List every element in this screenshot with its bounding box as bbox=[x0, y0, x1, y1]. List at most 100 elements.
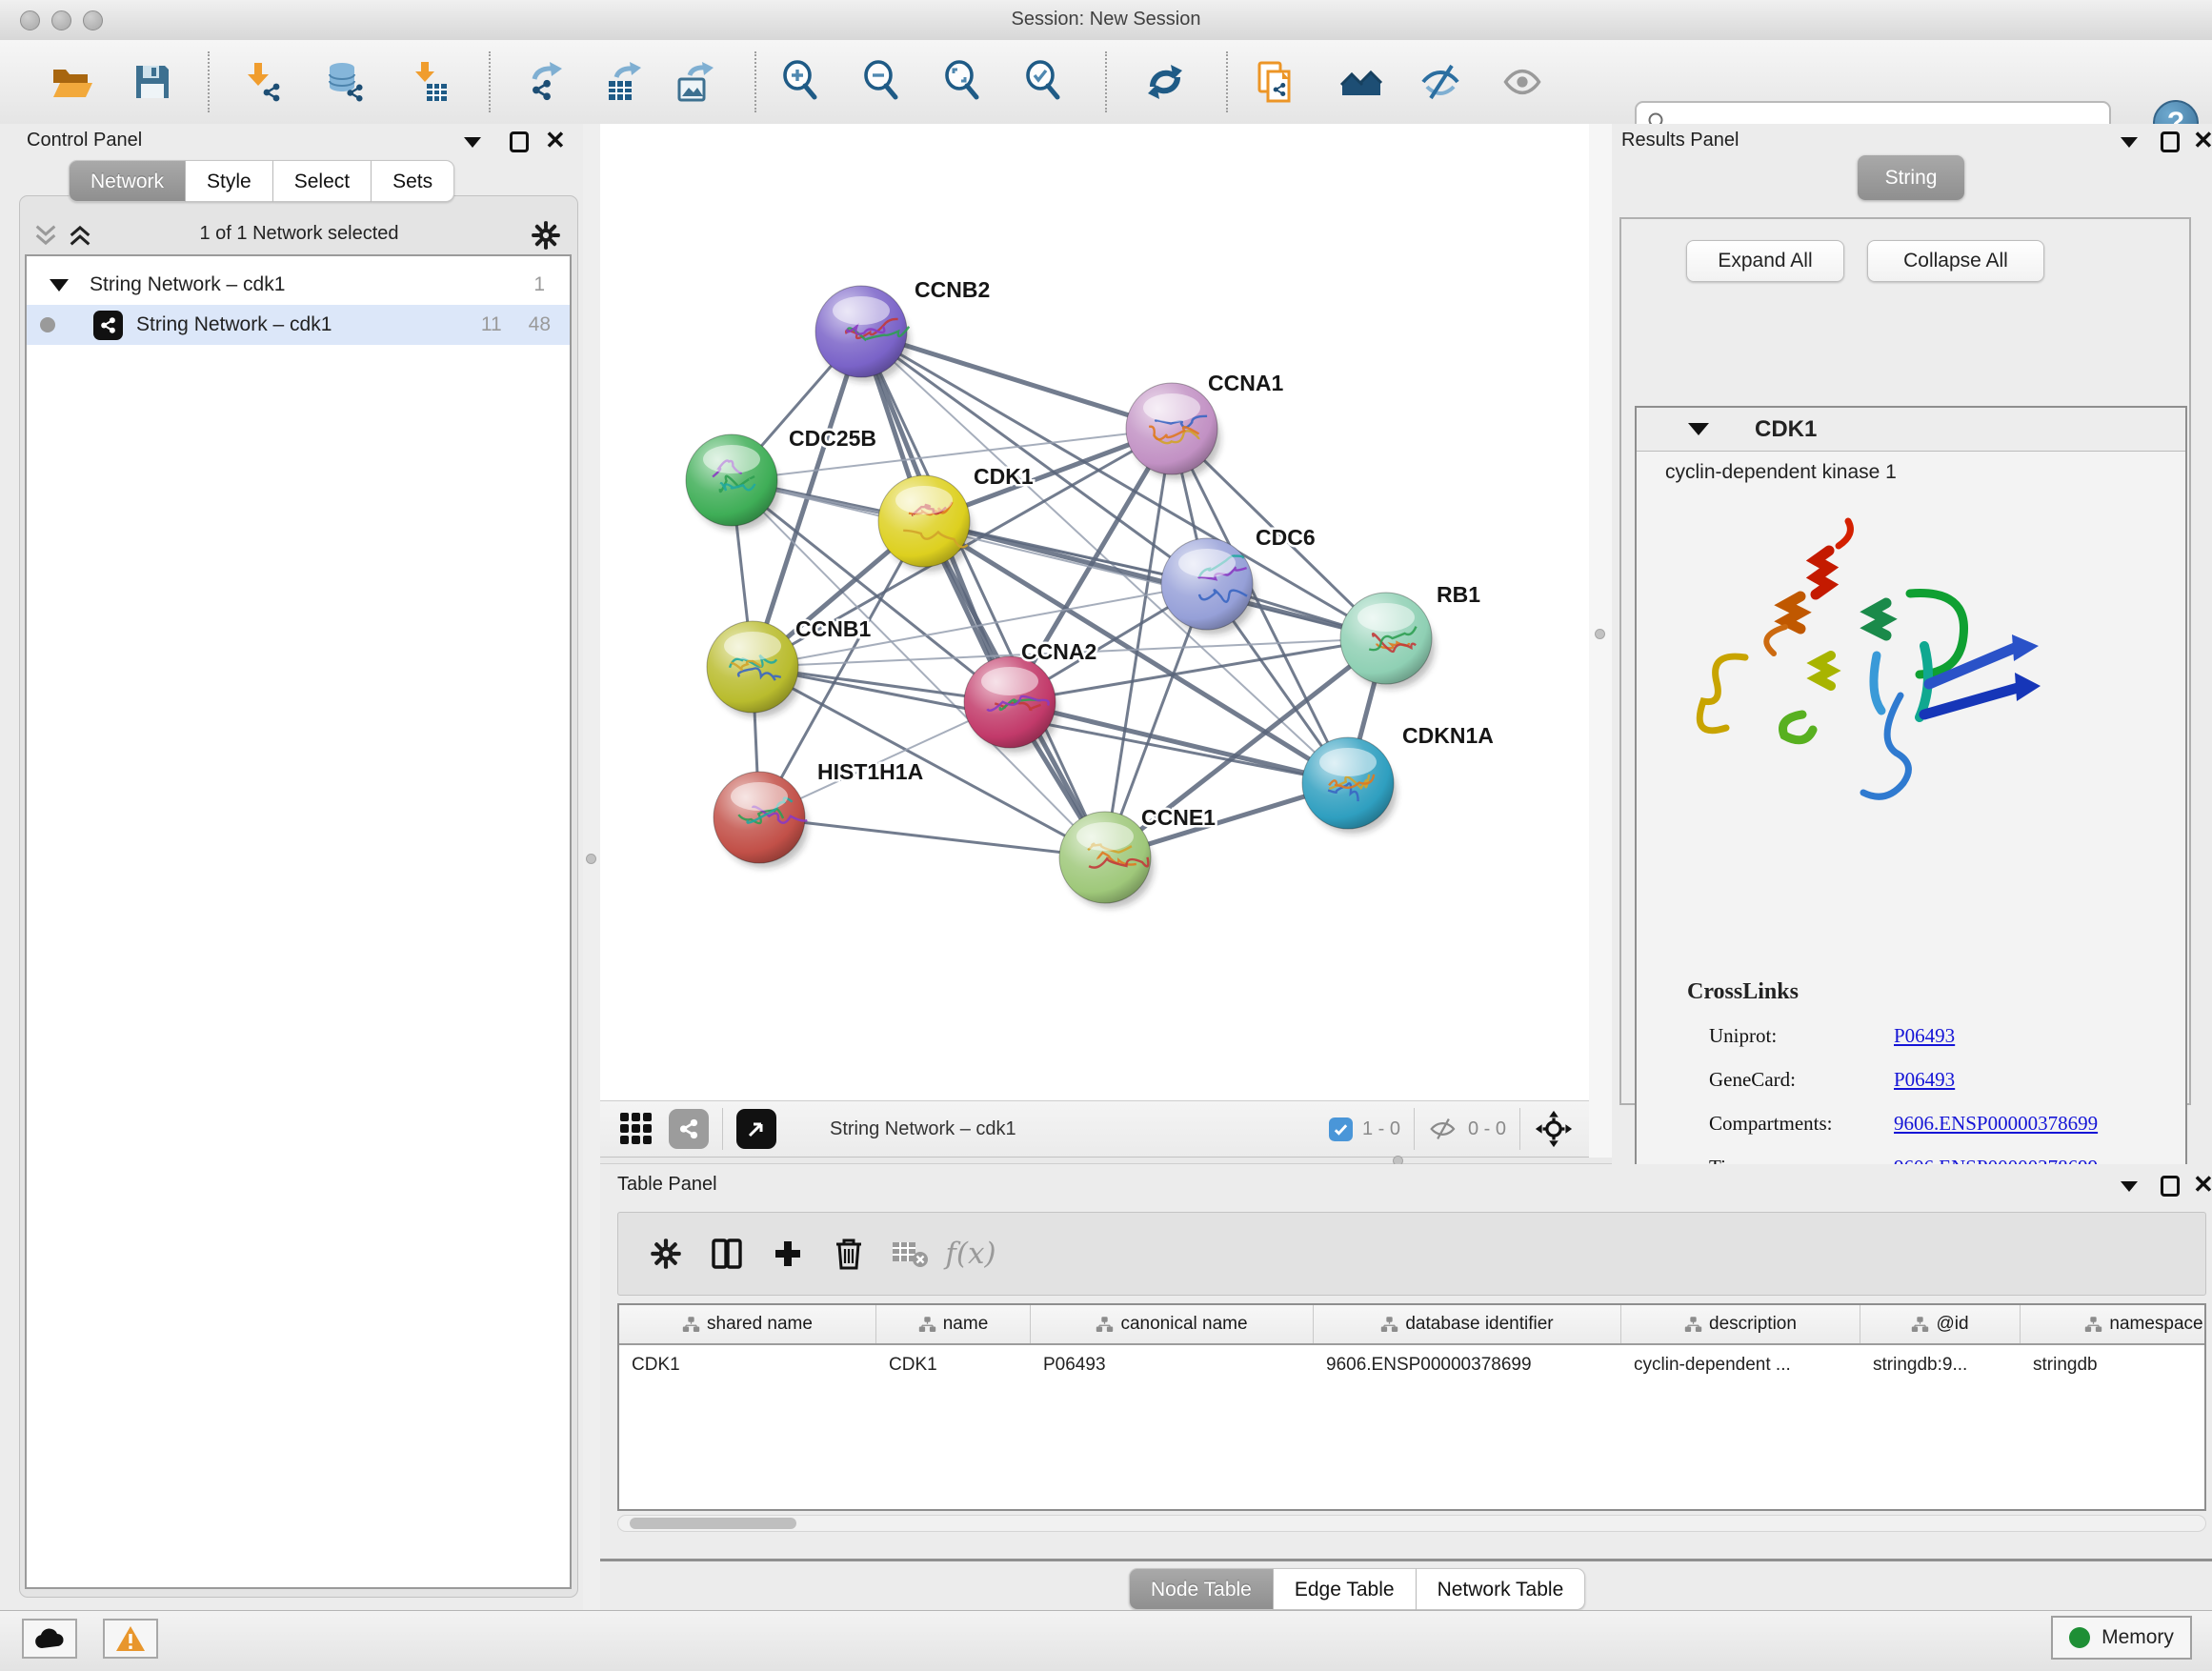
network-node-CDC6[interactable]: CDC6 bbox=[1161, 525, 1316, 634]
protein-structure-image bbox=[1686, 513, 2058, 827]
gene-section-header[interactable]: CDK1 bbox=[1637, 408, 2185, 452]
view-grid-icon[interactable] bbox=[617, 1110, 655, 1148]
tab-style[interactable]: Style bbox=[186, 160, 273, 202]
export-image-button[interactable] bbox=[669, 56, 720, 108]
tab-network[interactable]: Network bbox=[69, 160, 186, 202]
table-cell[interactable]: stringdb bbox=[2021, 1345, 2206, 1385]
crosslink-link[interactable]: P06493 bbox=[1894, 1068, 1955, 1092]
scrollbar-thumb[interactable] bbox=[630, 1518, 796, 1529]
panel-menu-caret-icon[interactable] bbox=[2121, 1181, 2138, 1192]
first-neighbors-button[interactable] bbox=[1336, 56, 1387, 108]
open-view-window-icon[interactable] bbox=[736, 1109, 776, 1149]
panel-float-icon[interactable] bbox=[2161, 131, 2180, 152]
right-splitter[interactable] bbox=[1589, 124, 1612, 1158]
column-header-canonical-name[interactable]: canonical name bbox=[1031, 1305, 1314, 1343]
fit-content-icon bbox=[941, 60, 985, 104]
cloud-status-button[interactable] bbox=[22, 1619, 77, 1659]
save-session-button[interactable] bbox=[127, 56, 178, 108]
network-row-selected[interactable]: String Network – cdk1 11 48 bbox=[27, 305, 570, 345]
expand-all-button[interactable]: Expand All bbox=[1686, 240, 1844, 282]
table-settings-gear-icon[interactable] bbox=[635, 1227, 696, 1280]
table-row[interactable]: CDK1CDK1P064939606.ENSP00000378699cyclin… bbox=[619, 1345, 2204, 1385]
edge-count: 48 bbox=[529, 313, 551, 336]
zoom-selected-button[interactable] bbox=[1018, 56, 1070, 108]
column-header-name[interactable]: name bbox=[876, 1305, 1031, 1343]
selected-items-checkbox-icon[interactable] bbox=[1329, 1117, 1353, 1141]
column-header-database-identifier[interactable]: database identifier bbox=[1314, 1305, 1621, 1343]
crosslink-link[interactable]: 9606.ENSP00000378699 bbox=[1894, 1112, 2098, 1136]
delete-column-trash-icon[interactable] bbox=[818, 1227, 879, 1280]
show-all-button[interactable] bbox=[1497, 56, 1548, 108]
zoom-out-button[interactable] bbox=[856, 56, 908, 108]
table-cell[interactable]: stringdb:9... bbox=[1860, 1345, 2021, 1385]
tab-select[interactable]: Select bbox=[273, 160, 372, 202]
network-options-gear-icon[interactable] bbox=[530, 219, 562, 252]
export-image-icon bbox=[673, 60, 716, 104]
memory-button[interactable]: Memory bbox=[2051, 1616, 2192, 1660]
delete-table-icon[interactable] bbox=[879, 1227, 940, 1280]
tab-network-table[interactable]: Network Table bbox=[1417, 1568, 1586, 1610]
network-collection-row[interactable]: String Network – cdk1 1 bbox=[27, 265, 570, 305]
panel-menu-caret-icon[interactable] bbox=[2121, 137, 2138, 148]
network-node-CDC25B[interactable]: CDC25B bbox=[686, 426, 876, 531]
zoom-in-button[interactable] bbox=[775, 56, 827, 108]
tab-string[interactable]: String bbox=[1858, 155, 1964, 200]
open-session-button[interactable] bbox=[45, 56, 96, 108]
tree-expand-caret-icon[interactable] bbox=[50, 279, 69, 292]
panel-close-icon[interactable]: ✕ bbox=[545, 130, 566, 151]
network-node-CCNA1[interactable]: CCNA1 bbox=[1126, 371, 1283, 479]
warning-triangle-icon bbox=[115, 1625, 146, 1652]
function-builder-icon[interactable]: f(x) bbox=[940, 1227, 1001, 1280]
column-header-description[interactable]: description bbox=[1621, 1305, 1860, 1343]
panel-close-icon[interactable]: ✕ bbox=[2193, 130, 2212, 151]
left-splitter[interactable] bbox=[583, 124, 600, 1610]
show-columns-icon[interactable] bbox=[696, 1227, 757, 1280]
network-node-CCNB2[interactable]: CCNB2 bbox=[815, 277, 990, 382]
gene-section: CDK1 cyclin-dependent kinase 1 bbox=[1635, 406, 2187, 1193]
panel-close-icon[interactable]: ✕ bbox=[2193, 1174, 2212, 1195]
table-cell[interactable]: 9606.ENSP00000378699 bbox=[1314, 1345, 1621, 1385]
column-header-@id[interactable]: @id bbox=[1860, 1305, 2021, 1343]
tree-attribute-icon bbox=[1911, 1316, 1929, 1334]
column-header-namespace[interactable]: namespace bbox=[2021, 1305, 2206, 1343]
string-view-icon[interactable] bbox=[669, 1109, 709, 1149]
tab-edge-table[interactable]: Edge Table bbox=[1274, 1568, 1417, 1610]
network-node-CDK1[interactable]: CDK1 bbox=[878, 464, 1034, 572]
section-collapse-caret-icon[interactable] bbox=[1688, 423, 1709, 435]
table-cell[interactable]: P06493 bbox=[1031, 1345, 1314, 1385]
copy-network-button[interactable] bbox=[1249, 56, 1300, 108]
eye-slash-icon bbox=[1419, 60, 1463, 104]
import-network-database-button[interactable] bbox=[320, 56, 372, 108]
import-network-file-button[interactable] bbox=[237, 56, 289, 108]
tab-node-table[interactable]: Node Table bbox=[1129, 1568, 1274, 1610]
network-canvas[interactable]: CCNB2CCNA1CDC25BCDK1CDC6RB1CCNB1CCNA2CDK… bbox=[600, 124, 1589, 1100]
birds-eye-crosshair-icon[interactable] bbox=[1534, 1109, 1574, 1149]
panel-menu-caret-icon[interactable] bbox=[464, 137, 481, 148]
collapse-all-button[interactable]: Collapse All bbox=[1867, 240, 2044, 282]
table-cell[interactable]: cyclin-dependent ... bbox=[1621, 1345, 1860, 1385]
warnings-button[interactable] bbox=[103, 1619, 158, 1659]
tab-sets[interactable]: Sets bbox=[372, 160, 454, 202]
network-node-CDKN1A[interactable]: CDKN1A bbox=[1302, 723, 1494, 834]
refresh-view-button[interactable] bbox=[1139, 56, 1191, 108]
table-horizontal-scrollbar[interactable] bbox=[617, 1515, 2206, 1532]
table-cell[interactable]: CDK1 bbox=[876, 1345, 1031, 1385]
network-node-CCNB1[interactable]: CCNB1 bbox=[707, 616, 871, 717]
column-header-shared-name[interactable]: shared name bbox=[619, 1305, 876, 1343]
network-node-RB1[interactable]: RB1 bbox=[1340, 582, 1480, 689]
hide-selected-button[interactable] bbox=[1416, 56, 1467, 108]
add-column-plus-icon[interactable] bbox=[757, 1227, 818, 1280]
crosslink-link[interactable]: P06493 bbox=[1894, 1024, 1955, 1048]
panel-float-icon[interactable] bbox=[510, 131, 529, 152]
network-edge-HIST1H1A-CCNE1[interactable] bbox=[759, 817, 1105, 857]
node-table[interactable]: shared namenamecanonical namedatabase id… bbox=[617, 1303, 2206, 1511]
fit-content-button[interactable] bbox=[937, 56, 989, 108]
export-table-icon bbox=[601, 60, 645, 104]
network-node-HIST1H1A[interactable]: HIST1H1A bbox=[714, 759, 923, 868]
export-table-button[interactable] bbox=[597, 56, 649, 108]
import-table-file-button[interactable] bbox=[403, 56, 454, 108]
network-node-CCNE1[interactable]: CCNE1 bbox=[1059, 805, 1216, 908]
export-network-button[interactable] bbox=[519, 56, 571, 108]
panel-float-icon[interactable] bbox=[2161, 1176, 2180, 1197]
table-cell[interactable]: CDK1 bbox=[619, 1345, 876, 1385]
